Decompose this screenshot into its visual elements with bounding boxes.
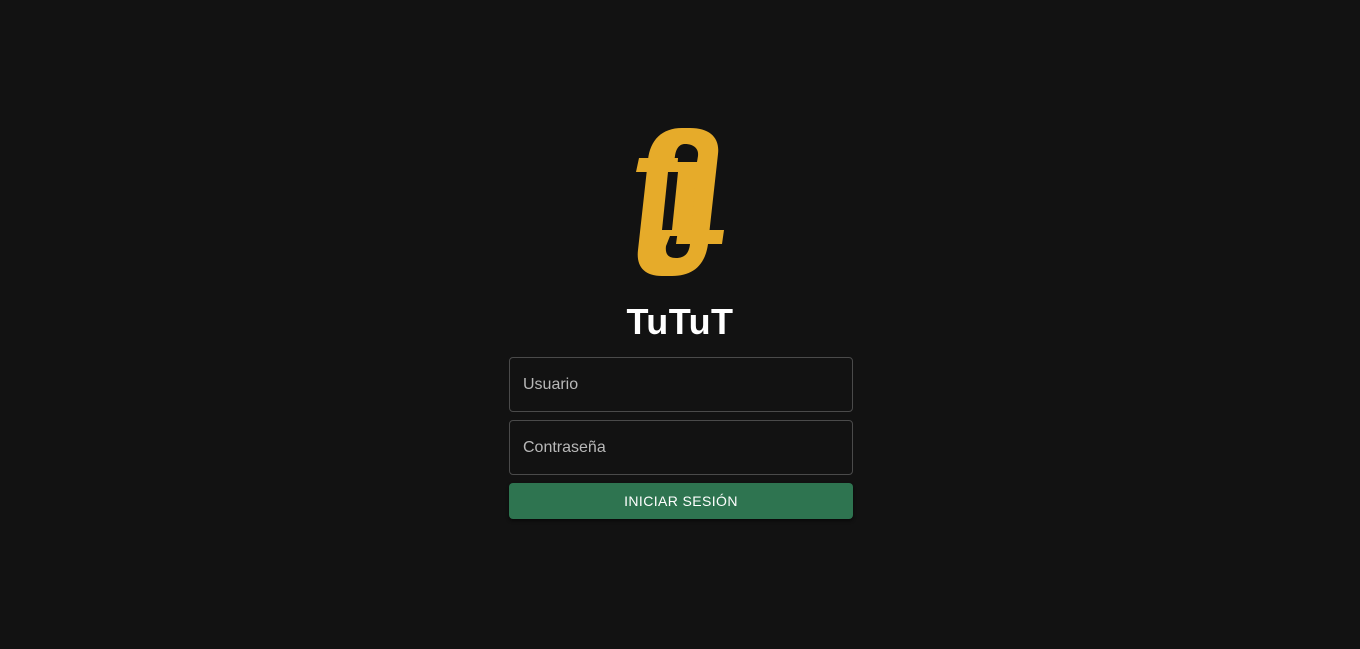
tutut-logo-icon: [636, 128, 724, 276]
username-field[interactable]: [509, 357, 853, 412]
password-field[interactable]: [509, 420, 853, 475]
login-page: TuTuT INICIAR SESIÓN: [0, 0, 1360, 649]
app-title: TuTuT: [626, 301, 734, 342]
login-button[interactable]: INICIAR SESIÓN: [509, 483, 853, 519]
